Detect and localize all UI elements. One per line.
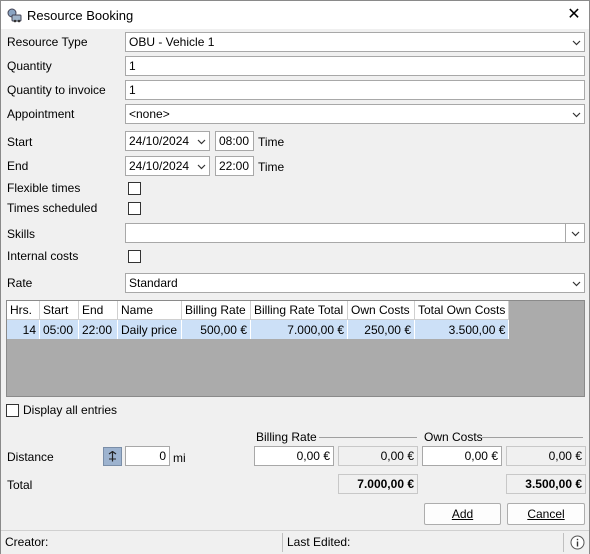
billing-rate-divider: [319, 437, 417, 438]
end-date-picker[interactable]: 24/10/2024: [125, 156, 210, 176]
total-own-costs-value: 3.500,00 €: [506, 474, 586, 494]
column-header-name[interactable]: Name: [117, 301, 182, 320]
column-header-billing-rate[interactable]: Billing Rate: [181, 301, 251, 320]
table-row[interactable]: 14 05:00 22:00 Daily price 500,00 € 7.00…: [7, 319, 510, 339]
cell-end[interactable]: 22:00: [78, 319, 118, 339]
status-divider: [282, 533, 283, 552]
distance-label: Distance: [7, 450, 54, 464]
distance-calculate-button[interactable]: [103, 447, 122, 466]
own-costs-header: Own Costs: [424, 430, 483, 444]
close-icon[interactable]: ✕: [564, 5, 584, 25]
flexible-times-checkbox[interactable]: [128, 182, 141, 195]
cell-total-own-costs[interactable]: 3.500,00 €: [414, 319, 510, 339]
end-time-label: Time: [258, 160, 285, 174]
skills-dropdown-button[interactable]: [565, 223, 585, 243]
cell-billing-rate-total[interactable]: 7.000,00 €: [250, 319, 348, 339]
flexible-times-label: Flexible times: [7, 181, 81, 195]
resource-type-label: Resource Type: [7, 35, 88, 49]
chevron-down-icon: [572, 281, 581, 287]
cell-hrs[interactable]: 14: [7, 319, 40, 339]
chevron-down-icon: [572, 40, 581, 46]
end-label: End: [7, 159, 29, 173]
skills-input[interactable]: [125, 223, 566, 243]
skills-label: Skills: [7, 227, 36, 241]
display-all-entries-label: Display all entries: [23, 403, 118, 417]
appointment-select[interactable]: <none>: [125, 104, 585, 124]
times-scheduled-checkbox[interactable]: [128, 202, 141, 215]
column-header-start[interactable]: Start: [39, 301, 79, 320]
quantity-label: Quantity: [7, 59, 52, 73]
cell-billing-rate[interactable]: 500,00 €: [181, 319, 251, 339]
own-costs-divider: [482, 437, 583, 438]
cell-name[interactable]: Daily price: [117, 319, 182, 339]
add-button[interactable]: Add: [424, 503, 501, 525]
distance-input[interactable]: 0: [125, 446, 170, 466]
internal-costs-checkbox[interactable]: [128, 250, 141, 263]
resource-booking-dialog: Resource Booking ✕ Resource Type OBU - V…: [0, 0, 590, 554]
distance-billing-input[interactable]: 0,00 €: [254, 446, 334, 466]
start-date-value: 24/10/2024: [129, 134, 190, 148]
cell-start[interactable]: 05:00: [39, 319, 79, 339]
column-header-end[interactable]: End: [78, 301, 118, 320]
billing-rate-header: Billing Rate: [256, 430, 317, 444]
chevron-down-icon: [197, 164, 206, 170]
start-date-picker[interactable]: 24/10/2024: [125, 131, 210, 151]
cell-own-costs[interactable]: 250,00 €: [347, 319, 415, 339]
info-icon[interactable]: [570, 535, 585, 550]
resource-type-value: OBU - Vehicle 1: [129, 35, 215, 49]
quantity-to-invoice-input[interactable]: 1: [125, 80, 585, 100]
booking-table: Hrs. Start End Name Billing Rate Billing…: [7, 301, 510, 339]
last-edited-status: Last Edited:: [287, 535, 351, 549]
times-scheduled-label: Times scheduled: [7, 201, 98, 215]
start-time-label: Time: [258, 135, 285, 149]
status-bar: Creator: Last Edited:: [1, 530, 589, 554]
column-header-hrs[interactable]: Hrs.: [7, 301, 40, 320]
table-header-row: Hrs. Start End Name Billing Rate Billing…: [7, 301, 510, 320]
internal-costs-label: Internal costs: [7, 249, 79, 263]
route-icon: [108, 451, 117, 462]
window-title: Resource Booking: [27, 8, 134, 23]
rate-label: Rate: [7, 276, 33, 290]
resource-type-select[interactable]: OBU - Vehicle 1: [125, 32, 585, 52]
distance-unit: mi: [173, 451, 186, 465]
total-billing-value: 7.000,00 €: [338, 474, 418, 494]
end-date-value: 24/10/2024: [129, 159, 190, 173]
chevron-down-icon: [571, 231, 580, 237]
cancel-button[interactable]: Cancel: [507, 503, 585, 525]
status-divider: [563, 533, 564, 552]
rate-select[interactable]: Standard: [125, 273, 585, 293]
quantity-to-invoice-label: Quantity to invoice: [7, 83, 106, 97]
quantity-input[interactable]: 1: [125, 56, 585, 76]
start-label: Start: [7, 135, 33, 149]
resource-app-icon: [7, 8, 22, 23]
chevron-down-icon: [197, 139, 206, 145]
column-header-own-costs[interactable]: Own Costs: [347, 301, 415, 320]
end-time-input[interactable]: 22:00: [215, 156, 254, 176]
column-header-total-own-costs[interactable]: Total Own Costs: [414, 301, 510, 320]
start-time-input[interactable]: 08:00: [215, 131, 254, 151]
booking-grid: Hrs. Start End Name Billing Rate Billing…: [6, 300, 585, 397]
display-all-entries-checkbox[interactable]: [6, 404, 19, 417]
distance-own-costs-total: 0,00 €: [506, 446, 586, 466]
chevron-down-icon: [572, 112, 581, 118]
appointment-value: <none>: [129, 107, 170, 121]
appointment-label: Appointment: [7, 107, 75, 121]
rate-value: Standard: [129, 276, 178, 290]
total-label: Total: [7, 478, 33, 492]
distance-own-costs-input[interactable]: 0,00 €: [422, 446, 502, 466]
distance-billing-total: 0,00 €: [338, 446, 418, 466]
title-bar: Resource Booking ✕: [1, 1, 589, 29]
column-header-billing-rate-total[interactable]: Billing Rate Total: [250, 301, 348, 320]
creator-status: Creator:: [5, 535, 49, 549]
